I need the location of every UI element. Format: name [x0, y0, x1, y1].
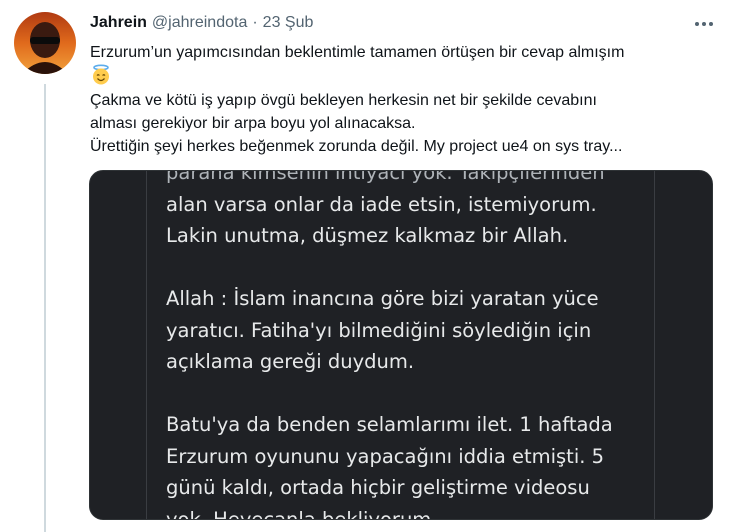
author-handle[interactable]: @jahreindota [152, 14, 247, 32]
image-text-gap [166, 252, 646, 284]
image-text-line: Lakin unutma, düşmez kalkmaz bir Allah. [166, 224, 569, 247]
attached-image[interactable]: parana kimsenin ihtiyacı yok. Takipçiler… [89, 170, 713, 520]
image-text-line: Batu'ya da benden selamlarımı ilet. 1 ha… [166, 413, 613, 436]
tweet-line: Ürettiğin şeyi herkes beğenmek zorunda d… [90, 138, 623, 155]
more-options-icon[interactable] [688, 14, 720, 34]
image-text-line: Allah : İslam inancına göre bizi yaratan… [166, 287, 599, 310]
avatar[interactable] [14, 12, 76, 74]
image-text-line: açıklama gereği duydum. [166, 350, 415, 373]
tweet-header: Jahrein @jahreindota · 23 Şub [90, 14, 313, 36]
smiling-face-with-halo-icon [93, 64, 109, 85]
image-text-gap [166, 378, 646, 410]
separator-dot: · [252, 14, 258, 31]
tweet-line: Çakma ve kötü iş yapıp övgü bekleyen her… [90, 92, 597, 109]
thread-connector-line [44, 84, 46, 532]
image-text-line: alan varsa onlar da iade etsin, istemiyo… [166, 192, 597, 216]
image-text-line: parana kimsenin ihtiyacı yok. Takipçiler… [166, 170, 605, 184]
author-name[interactable]: Jahrein [90, 14, 147, 32]
tweet-text: Erzurum’un yapımcısından beklentimle tam… [90, 41, 730, 158]
image-text-line: yok. Heyecanla bekliyorum... [166, 507, 450, 520]
image-text-line: Erzurum oyununu yapacağını iddia etmişti… [166, 444, 605, 468]
image-text: parana kimsenin ihtiyacı yok. Takipçiler… [166, 170, 646, 520]
image-text-line: yaratıcı. Fatiha'yı bilmediğini söylediğ… [166, 318, 592, 342]
tweet-line: Erzurum’un yapımcısından beklentimle tam… [90, 44, 625, 61]
tweet-date[interactable]: 23 Şub [263, 14, 314, 32]
tweet-line: alması gerekiyor bir arpa boyu yol alına… [90, 115, 416, 132]
image-divider [146, 171, 147, 519]
image-divider [654, 171, 655, 519]
image-text-line: günü kaldı, ortada hiçbir geliştirme vid… [166, 476, 590, 499]
